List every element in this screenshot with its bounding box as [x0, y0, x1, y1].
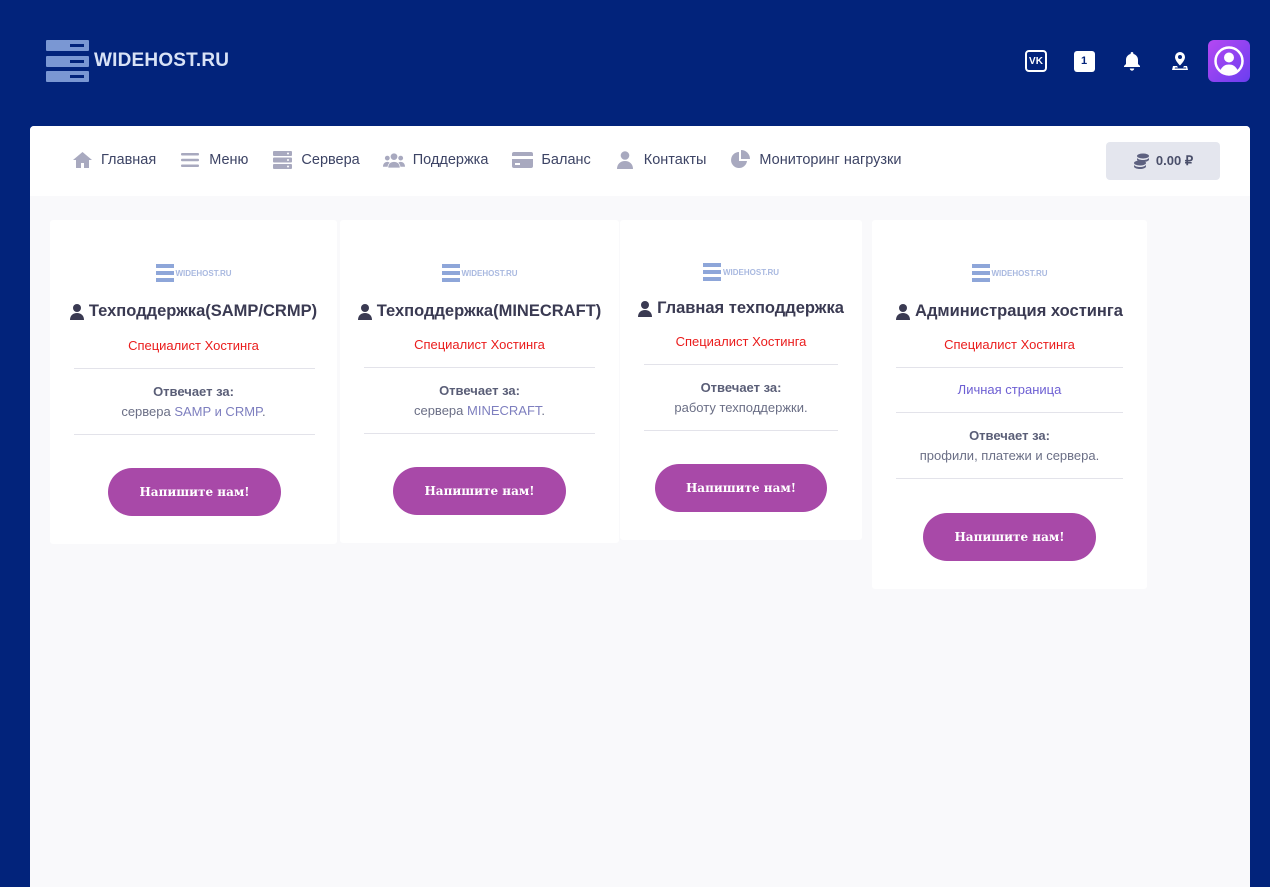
nav-item-support[interactable]: Поддержка [382, 150, 489, 170]
logo-server-icon [441, 264, 460, 282]
divider [896, 412, 1123, 413]
card-role: Специалист Хостинга [944, 337, 1075, 352]
location-button[interactable] [1156, 40, 1204, 82]
support-card-main: WIDEHOST.RU Главная техподдержка Специал… [620, 220, 862, 540]
site-logo[interactable]: WIDEHOST.RU [46, 40, 229, 82]
divider [74, 368, 315, 369]
support-card-admin: WIDEHOST.RU Администрация хостинга Специ… [872, 220, 1147, 589]
header-actions: VK 1 [1012, 40, 1250, 82]
user-icon [614, 150, 636, 170]
divider [644, 364, 838, 365]
support-card-minecraft: WIDEHOST.RU Техподдержка(MINECRAFT) Спец… [340, 220, 619, 543]
logo-server-icon [971, 264, 990, 282]
card-title: Администрация хостинга [872, 302, 1147, 321]
pie-chart-icon [729, 150, 751, 170]
contact-button[interactable]: Напишите нам! [108, 468, 281, 516]
menu-icon [179, 150, 201, 170]
divider [644, 430, 838, 431]
card-role: Специалист Хостинга [414, 337, 545, 352]
logo-server-icon [155, 264, 174, 282]
card-logo-text: WIDEHOST.RU [723, 267, 779, 277]
nav-item-monitoring[interactable]: Мониторинг нагрузки [729, 150, 901, 170]
card-logo-text: WIDEHOST.RU [461, 268, 518, 278]
notification-count-badge: 1 [1073, 50, 1095, 72]
logo-server-icon [46, 40, 89, 82]
card-logo: WIDEHOST.RU [340, 264, 619, 282]
responsibility-text: сервера SAMP и CRMP. [121, 404, 266, 419]
card-title: Главная техподдержка [620, 299, 862, 318]
bell-icon [1124, 52, 1140, 71]
main-nav: Главная Меню Сервера Поддержка Баланс Ко… [30, 126, 1250, 196]
server-icon [271, 150, 293, 170]
responsibility-label: Отвечает за: [969, 428, 1050, 443]
nav-item-home[interactable]: Главная [71, 150, 156, 170]
responsibility-text: работу техподдержки. [674, 400, 808, 415]
card-role: Специалист Хостинга [128, 338, 259, 353]
top-header: WIDEHOST.RU VK 1 [0, 0, 1270, 125]
divider [896, 478, 1123, 479]
nav-item-menu[interactable]: Меню [179, 150, 248, 170]
card-title-text: Администрация хостинга [915, 302, 1123, 320]
user-icon [896, 303, 911, 320]
responsibility-text: профили, платежи и сервера. [919, 448, 1100, 463]
card-logo: WIDEHOST.RU [620, 263, 862, 281]
nav-item-label: Мониторинг нагрузки [759, 152, 902, 168]
nav-item-servers[interactable]: Сервера [271, 150, 360, 170]
coins-icon [1133, 153, 1150, 170]
card-role: Специалист Хостинга [675, 334, 807, 349]
divider [364, 433, 595, 434]
support-card-samp: WIDEHOST.RU Техподдержка(SAMP/CRMP) Спец… [50, 220, 337, 544]
card-title-text: Главная техподдержка [657, 299, 844, 317]
card-logo-text: WIDEHOST.RU [175, 268, 232, 278]
divider [74, 434, 315, 435]
nav-item-label: Поддержка [412, 152, 489, 168]
balance-button[interactable]: 0.00 ₽ [1106, 142, 1220, 180]
nav-item-label: Баланс [541, 152, 591, 168]
vk-icon: VK [1025, 50, 1047, 72]
responsibility-label: Отвечает за: [700, 380, 782, 395]
contact-button[interactable]: Напишите нам! [923, 513, 1096, 561]
logo-text: WIDEHOST.RU [94, 50, 230, 71]
user-avatar-button[interactable] [1208, 40, 1250, 82]
card-title-text: Техподдержка(MINECRAFT) [376, 302, 602, 320]
nav-item-contacts[interactable]: Контакты [614, 150, 707, 170]
user-avatar-icon [1214, 46, 1244, 76]
balance-amount: 0.00 ₽ [1155, 153, 1194, 168]
user-icon [357, 303, 372, 320]
card-logo-text: WIDEHOST.RU [991, 268, 1048, 278]
card-title-text: Техподдержка(SAMP/CRMP) [88, 302, 318, 320]
user-icon [69, 303, 84, 320]
card-logo: WIDEHOST.RU [872, 264, 1147, 282]
nav-item-balance[interactable]: Баланс [511, 150, 591, 170]
nav-item-label: Главная [101, 152, 157, 168]
logo-server-icon [703, 263, 721, 281]
divider [364, 367, 595, 368]
contact-button[interactable]: Напишите нам! [655, 464, 827, 512]
notifications-button[interactable] [1108, 40, 1156, 82]
home-icon [71, 150, 93, 170]
responsibility-label: Отвечает за: [439, 383, 520, 398]
nav-items: Главная Меню Сервера Поддержка Баланс Ко… [71, 150, 924, 170]
nav-item-label: Меню [209, 152, 249, 168]
vk-link[interactable]: VK [1012, 40, 1060, 82]
notification-count[interactable]: 1 [1060, 40, 1108, 82]
responsibility-label: Отвечает за: [153, 384, 234, 399]
users-icon [382, 150, 405, 170]
divider [896, 367, 1123, 368]
contact-button[interactable]: Напишите нам! [393, 467, 566, 515]
personal-page-link[interactable]: Личная страница [872, 382, 1147, 397]
nav-item-label: Контакты [643, 152, 707, 168]
card-title: Техподдержка(SAMP/CRMP) [50, 302, 337, 321]
card-logo: WIDEHOST.RU [50, 264, 337, 282]
card-title: Техподдержка(MINECRAFT) [340, 302, 619, 321]
responsibility-text: сервера MINECRAFT. [413, 403, 546, 418]
map-pin-icon [1172, 52, 1188, 70]
user-icon [638, 300, 653, 317]
credit-card-icon [511, 150, 533, 170]
nav-item-label: Сервера [301, 152, 360, 168]
